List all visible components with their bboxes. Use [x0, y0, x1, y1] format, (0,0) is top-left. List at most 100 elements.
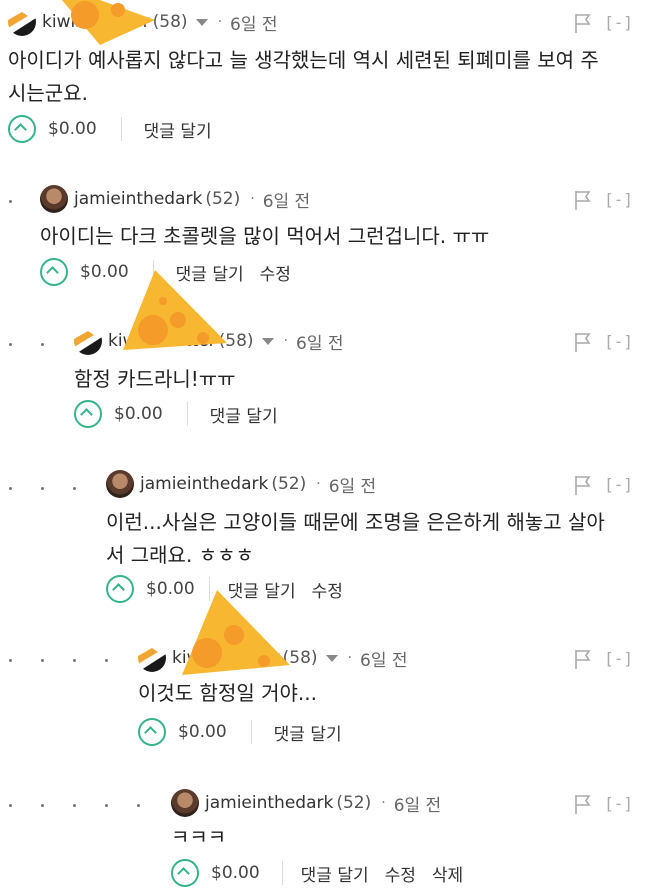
reply-link[interactable]: 댓글 달기 [210, 402, 278, 427]
comment-header: jamieinthedark (52) · 6일 전 [106, 469, 376, 499]
collapse-toggle[interactable]: [-] [604, 794, 633, 813]
author-name[interactable]: jamieinthedark [74, 189, 202, 209]
author-name[interactable]: jamieinthedark [140, 474, 268, 494]
comment-line: 서 그래요. ㅎㅎㅎ [106, 543, 254, 567]
comment-4: jamieinthedark (52) · 6일 전 [-] 이런...사실은 … [0, 467, 651, 617]
payout-value[interactable]: $0.00 [178, 722, 227, 742]
comment-line: 함정 카드라니!ㅠㅠ [74, 367, 236, 391]
author-name[interactable]: kiwisweetter [172, 648, 280, 668]
author-reputation: (52) [336, 793, 372, 813]
comment-actions: $0.00 댓글 달기 [8, 114, 228, 144]
comment-header: kiwisweetter (58) · 6일 전 [74, 326, 344, 356]
flag-icon[interactable] [573, 189, 593, 211]
divider [186, 402, 188, 426]
avatar[interactable] [8, 8, 36, 36]
collapse-toggle[interactable]: [-] [604, 13, 633, 32]
comment-line: 이런...사실은 고양이들 때문에 조명을 은은하게 해놓고 살아 [106, 510, 605, 534]
comment-header: jamieinthedark (52) · 6일 전 [171, 788, 441, 818]
collapse-toggle[interactable]: [-] [604, 332, 633, 351]
author-name[interactable]: kiwisweetter [108, 331, 216, 351]
payout-value[interactable]: $0.00 [211, 863, 260, 883]
upvote-icon[interactable] [138, 718, 166, 746]
comment-body: ㅋㅋㅋ [171, 821, 226, 854]
upvote-icon[interactable] [8, 115, 36, 143]
separator-dot: · [316, 476, 321, 492]
author-reputation: (52) [205, 189, 241, 209]
comment-header: jamieinthedark (52) · 6일 전 [40, 184, 310, 214]
avatar[interactable] [40, 185, 68, 213]
reply-link[interactable]: 댓글 달기 [274, 720, 342, 745]
divider [120, 117, 122, 141]
reply-link[interactable]: 댓글 달기 [144, 117, 212, 142]
reply-link[interactable]: 댓글 달기 [301, 861, 369, 886]
avatar[interactable] [106, 470, 134, 498]
collapse-toggle[interactable]: [-] [604, 475, 633, 494]
edit-link[interactable]: 수정 [385, 861, 416, 886]
comment-5: kiwisweetter (58) · 6일 전 [-] 이것도 함정일 거야.… [0, 642, 651, 762]
comment-actions: $0.00 댓글 달기 [74, 399, 294, 429]
reply-link[interactable]: 댓글 달기 [176, 260, 244, 285]
comment-line: 아이디는 다크 초콜렛을 많이 먹어서 그런겁니다. ㅠㅠ [40, 224, 490, 248]
comment-time: 6일 전 [230, 14, 278, 35]
comment-6: jamieinthedark (52) · 6일 전 [-] ㅋㅋㅋ $0.00… [0, 787, 651, 889]
collapse-toggle[interactable]: [-] [604, 649, 633, 668]
edit-link[interactable]: 수정 [312, 577, 343, 602]
reply-link[interactable]: 댓글 달기 [228, 577, 296, 602]
divider [152, 260, 154, 284]
separator-dot: · [283, 333, 289, 349]
comment-line: 아이디가 예사롭지 않다고 늘 생각했는데 역시 세련된 퇴폐미를 보여 주 [8, 48, 599, 72]
comment-body: 아이디는 다크 초콜렛을 많이 먹어서 그런겁니다. ㅠㅠ [40, 220, 489, 253]
avatar[interactable] [171, 789, 199, 817]
chevron-down-icon[interactable] [195, 18, 208, 26]
comment-1: kiwisweetter (58) · 6일 전 [-] 아이디가 예사롭지 않… [0, 0, 651, 150]
payout-value[interactable]: $0.00 [114, 404, 163, 424]
comment-actions: $0.00 댓글 달기 수정 [106, 574, 359, 604]
flag-icon[interactable] [573, 12, 593, 34]
author-reputation: (52) [271, 474, 307, 494]
avatar[interactable] [138, 644, 166, 672]
payout-value[interactable]: $0.00 [80, 262, 129, 282]
flag-icon[interactable] [573, 648, 593, 670]
comment-line: ㅋㅋㅋ [171, 825, 227, 849]
author-reputation: (58) [282, 648, 318, 668]
comment-header: kiwisweetter (58) · 6일 전 [138, 643, 408, 673]
divider [208, 577, 210, 601]
flag-icon[interactable] [573, 793, 593, 815]
comment-time: 6일 전 [328, 476, 377, 497]
delete-link[interactable]: 삭제 [432, 861, 463, 886]
upvote-icon[interactable] [74, 400, 102, 428]
comment-time: 6일 전 [393, 795, 442, 816]
comment-body: 함정 카드라니!ㅠㅠ [74, 363, 236, 396]
flag-icon[interactable] [573, 331, 593, 353]
separator-dot: · [250, 191, 255, 207]
upvote-icon[interactable] [171, 859, 199, 887]
comment-line: 시는군요. [8, 81, 88, 105]
comment-body: 이것도 함정일 거야... [138, 677, 317, 710]
author-reputation: (58) [152, 12, 188, 32]
comment-time: 6일 전 [360, 650, 408, 671]
chevron-down-icon[interactable] [325, 654, 338, 662]
separator-dot: · [381, 795, 386, 811]
comment-actions: $0.00 댓글 달기 [138, 717, 358, 747]
payout-value[interactable]: $0.00 [146, 579, 195, 599]
upvote-icon[interactable] [40, 258, 68, 286]
comment-2: jamieinthedark (52) · 6일 전 [-] 아이디는 다크 초… [0, 180, 651, 300]
upvote-icon[interactable] [106, 575, 134, 603]
comment-actions: $0.00 댓글 달기 수정 삭제 [171, 858, 479, 888]
separator-dot: · [347, 650, 353, 666]
chevron-down-icon[interactable] [261, 337, 274, 345]
author-name[interactable]: kiwisweetter [42, 12, 150, 32]
comment-3: kiwisweetter (58) · 6일 전 [-] 함정 카드라니!ㅠㅠ … [0, 323, 651, 443]
author-reputation: (58) [218, 331, 254, 351]
payout-value[interactable]: $0.00 [48, 119, 97, 139]
collapse-toggle[interactable]: [-] [604, 190, 633, 209]
edit-link[interactable]: 수정 [260, 260, 291, 285]
comment-line: 이것도 함정일 거야... [138, 681, 317, 705]
flag-icon[interactable] [573, 474, 593, 496]
author-name[interactable]: jamieinthedark [205, 793, 333, 813]
divider [250, 720, 252, 744]
comment-header: kiwisweetter (58) · 6일 전 [8, 7, 278, 37]
separator-dot: · [217, 14, 223, 30]
comment-body: 아이디가 예사롭지 않다고 늘 생각했는데 역시 세련된 퇴폐미를 보여 주 시… [8, 44, 599, 110]
avatar[interactable] [74, 327, 102, 355]
